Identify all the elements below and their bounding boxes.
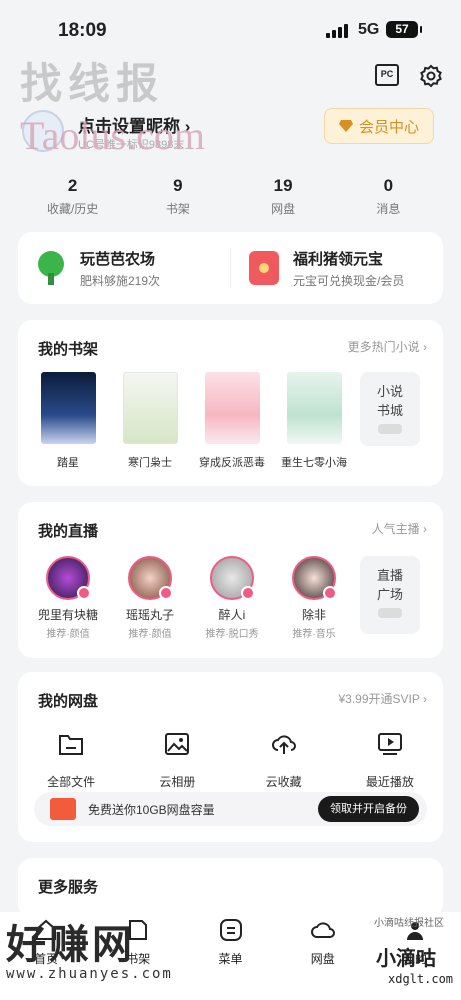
vip-label: 会员中心 [358, 118, 419, 136]
tab-menu[interactable]: 菜单 [184, 918, 276, 1000]
diamond-icon [338, 120, 353, 132]
book-item[interactable]: 重生七零小海 [278, 372, 350, 470]
live-host[interactable]: 除非 推荐·音乐 [278, 556, 350, 640]
disk-actions: 全部文件 云相册 云收藏 最近播放 [18, 732, 443, 790]
live-host[interactable]: 醉人i 推荐·脱口秀 [196, 556, 268, 640]
cloud-collect-button[interactable]: 云收藏 [231, 732, 337, 790]
promo-farm[interactable]: 玩芭芭农场 肥料够施219次 [18, 248, 230, 289]
stat-favorites[interactable]: 2 收藏/历史 [20, 176, 125, 217]
red-envelope-icon [249, 251, 279, 285]
promo-card: 玩芭芭农场 肥料够施219次 福利猪领元宝 元宝可兑换现金/会员 [18, 232, 443, 304]
stat-bookshelf[interactable]: 9 书架 [125, 176, 230, 217]
gift-banner[interactable]: 免费送你10GB网盘容量 领取并开启备份 [34, 792, 427, 826]
host-avatar [46, 556, 91, 600]
book-cover [40, 372, 96, 444]
header-actions: PC [375, 64, 443, 88]
watermark-top: 找线报 [20, 59, 165, 108]
book-item[interactable]: 穿成反派恶毒 [196, 372, 268, 470]
pc-icon[interactable]: PC [375, 64, 399, 86]
disk-title: 我的网盘 [38, 693, 99, 710]
book-list: 踏星 寒门枭士 穿成反派恶毒 重生七零小海 小说 书城 [18, 372, 443, 470]
services-title: 更多服务 [38, 879, 99, 896]
status-bar: 18:09 5G 57 [0, 0, 461, 50]
watermark-bottom-left-url: www.zhuanyes.com [6, 966, 173, 982]
live-host[interactable]: 瑶瑶丸子 推荐·颜值 [114, 556, 186, 640]
live-plaza-button[interactable]: 直播 广场 [360, 556, 420, 634]
live-list: 兜里有块糖 推荐·颜值 瑶瑶丸子 推荐·颜值 醉人i 推荐·脱口秀 除非 推荐·音乐 直… [18, 556, 443, 640]
gear-icon[interactable] [419, 64, 443, 88]
gift-icon [50, 798, 76, 820]
watermark-bottom-right: 小滴咕线报社区 [374, 918, 444, 929]
book-item[interactable]: 寒门枭士 [114, 372, 186, 470]
battery-icon: 57 [386, 21, 422, 38]
live-more-link[interactable]: 人气主播 › [372, 520, 427, 537]
cloud-icon [310, 922, 335, 938]
live-title: 我的直播 [38, 523, 99, 540]
svip-link[interactable]: ¥3.99开通SVIP › [339, 690, 428, 707]
folder-icon [59, 735, 84, 755]
tree-icon [38, 251, 64, 285]
menu-icon [219, 919, 242, 941]
host-avatar [210, 556, 255, 600]
book-cover [286, 372, 342, 444]
bookshelf-more-link[interactable]: 更多热门小说 › [348, 338, 427, 355]
host-avatar [128, 556, 173, 600]
host-avatar [292, 556, 337, 600]
live-card: 我的直播 人气主播 › 兜里有块糖 推荐·颜值 瑶瑶丸子 推荐·颜值 醉人i 推荐·脱… [18, 502, 443, 658]
image-icon [165, 733, 190, 755]
all-files-button[interactable]: 全部文件 [18, 732, 124, 790]
signal-icon [326, 24, 348, 38]
watermark-bottom-left: 好赚网 [6, 921, 135, 968]
cloud-album-button[interactable]: 云相册 [124, 732, 230, 790]
watermark-url: Taolus.com [20, 113, 205, 158]
tab-disk[interactable]: 网盘 [277, 918, 369, 1000]
watermark-bottom-right-mid: 小滴咕 [376, 948, 436, 970]
promo-pig[interactable]: 福利猪领元宝 元宝可兑换现金/会员 [231, 248, 443, 289]
play-screen-icon [377, 733, 402, 755]
bookshelf-title: 我的书架 [38, 341, 99, 358]
book-cover [204, 372, 260, 444]
disk-card: 我的网盘 ¥3.99开通SVIP › 全部文件 云相册 云收藏 最近播放 免费送… [18, 672, 443, 842]
stat-messages[interactable]: 0 消息 [336, 176, 441, 217]
book-item[interactable]: 踏星 [32, 372, 104, 470]
stats-row: 2 收藏/历史 9 书架 19 网盘 0 消息 [20, 176, 441, 217]
novel-store-button[interactable]: 小说 书城 [360, 372, 420, 446]
clock: 18:09 [58, 20, 107, 41]
claim-backup-button[interactable]: 领取并开启备份 [318, 796, 419, 822]
bookshelf-card: 我的书架 更多热门小说 › 踏星 寒门枭士 穿成反派恶毒 重生七零小海 小说 书城 [18, 320, 443, 486]
services-card: 更多服务 [18, 858, 443, 918]
recent-play-button[interactable]: 最近播放 [337, 732, 443, 790]
stat-disk[interactable]: 19 网盘 [231, 176, 336, 217]
cloud-upload-icon [271, 735, 296, 754]
vip-center-button[interactable]: 会员中心 [324, 108, 434, 144]
gift-text: 免费送你10GB网盘容量 [88, 802, 215, 817]
live-host[interactable]: 兜里有块糖 推荐·颜值 [32, 556, 104, 640]
network-type: 5G [358, 21, 380, 38]
book-cover [122, 372, 178, 444]
watermark-bottom-right-url: xdglt.com [388, 972, 454, 986]
